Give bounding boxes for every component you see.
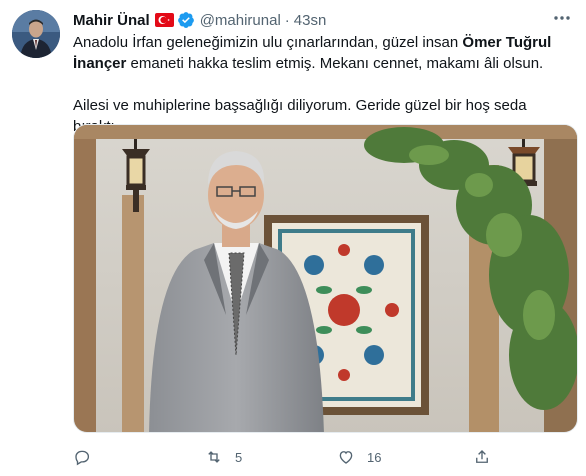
retweet-icon — [208, 451, 220, 463]
reply-button[interactable] — [73, 448, 205, 466]
more-options-icon[interactable] — [552, 8, 572, 28]
reply-icon — [75, 450, 90, 466]
like-count: 16 — [367, 449, 382, 465]
photo-image — [74, 125, 577, 432]
avatar[interactable] — [12, 10, 60, 58]
author-handle[interactable]: @mahirunal — [200, 12, 281, 29]
like-button[interactable]: 16 — [337, 448, 473, 466]
retweet-count: 5 — [235, 449, 243, 465]
heart-icon — [339, 451, 353, 464]
tweet-text-part: emaneti hakka teslim etmiş. Mekanı cenne… — [126, 55, 544, 72]
verified-badge-icon — [177, 11, 195, 29]
separator-dot: · — [284, 11, 290, 29]
turkey-flag-icon — [154, 13, 174, 27]
tweet-photo[interactable] — [73, 124, 578, 433]
tweet-header: Mahir Ünal @mahirunal · 43sn — [73, 10, 326, 30]
tweet-paragraph-1: Anadolu İrfan geleneğimizin ulu çınarlar… — [73, 32, 573, 74]
avatar-image — [12, 10, 60, 58]
share-button[interactable] — [473, 448, 491, 466]
tweet-text-part: Anadolu İrfan geleneğimizin ulu çınarlar… — [73, 34, 463, 51]
tweet-timestamp[interactable]: 43sn — [294, 12, 327, 29]
tweet-card[interactable]: Mahir Ünal @mahirunal · 43sn Anadolu İrf… — [0, 0, 586, 476]
tweet-actions: 5 16 — [73, 446, 543, 468]
retweet-button[interactable]: 5 — [205, 448, 337, 466]
tweet-text: Anadolu İrfan geleneğimizin ulu çınarlar… — [73, 32, 573, 137]
share-icon — [476, 450, 488, 463]
author-name[interactable]: Mahir Ünal — [73, 12, 150, 29]
